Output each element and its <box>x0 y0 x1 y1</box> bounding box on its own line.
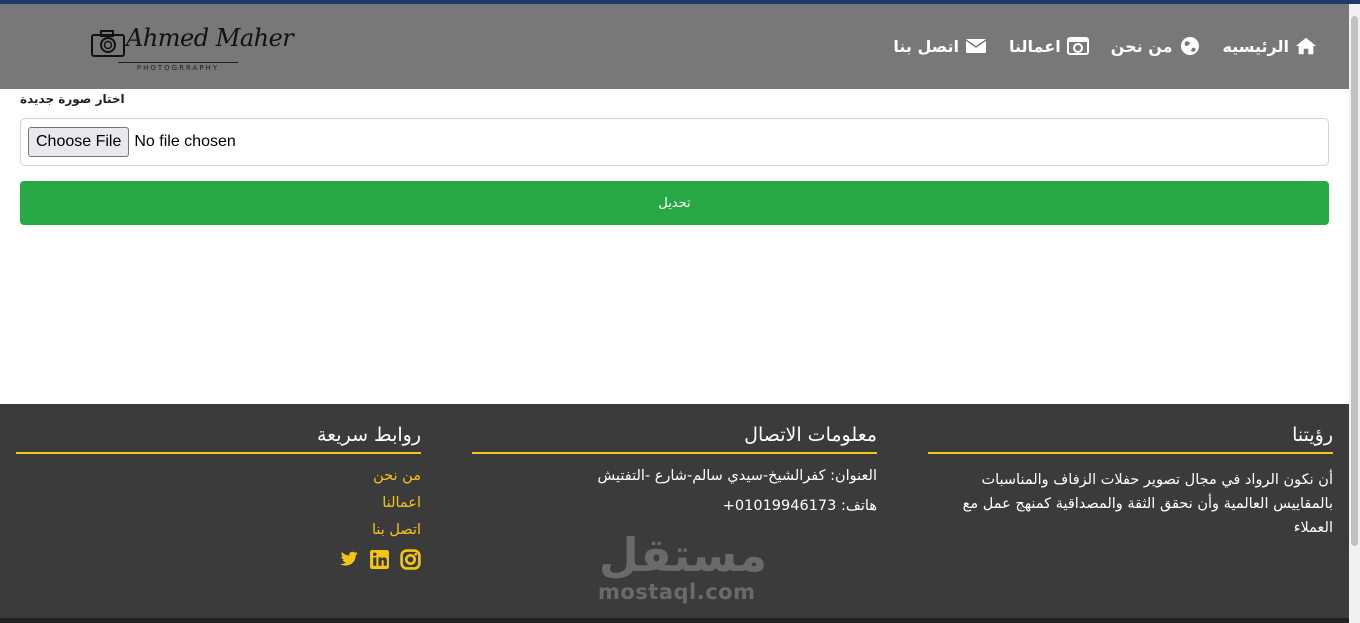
globe-icon <box>1180 37 1199 55</box>
nav-item-contact[interactable]: اتصل بنا <box>893 36 987 56</box>
footer-vision: رؤيتنا أن نكون الرواد في مجال تصوير حفلا… <box>928 424 1333 540</box>
quick-links-title: روابط سريعة <box>16 424 421 454</box>
camera-icon <box>1066 37 1089 55</box>
instagram-icon[interactable] <box>400 549 421 570</box>
upload-label: اختار صورة جديدة <box>20 92 125 106</box>
nav-label: اتصل بنا <box>893 36 959 56</box>
file-input[interactable]: Choose File No file chosen <box>20 118 1329 166</box>
brand-logo[interactable]: Ahmed Maher PHOTOGRRAPHY <box>90 22 294 74</box>
nav-label: من نحن <box>1110 36 1173 56</box>
vision-title: رؤيتنا <box>928 424 1333 454</box>
nav-item-about[interactable]: من نحن <box>1111 36 1201 56</box>
vision-text: أن نكون الرواد في مجال تصوير حفلات الزفا… <box>962 472 1333 536</box>
contact-title: معلومات الاتصال <box>472 424 877 454</box>
twitter-icon[interactable] <box>338 549 359 570</box>
social-links <box>16 549 421 570</box>
page-scrollbar[interactable] <box>1349 4 1360 623</box>
brand-tagline: PHOTOGRRAPHY <box>118 62 238 72</box>
footer-contact: معلومات الاتصال العنوان: كفرالشيخ-سيدي س… <box>472 424 877 528</box>
choose-file-button[interactable]: Choose File <box>28 127 130 157</box>
scrollbar-thumb[interactable] <box>1351 16 1358 546</box>
contact-phone: هاتف: 01019946173+ <box>722 498 877 514</box>
brand-name: Ahmed Maher <box>126 24 294 52</box>
linkedin-icon[interactable] <box>369 549 390 570</box>
main-nav: الرئيسيه من نحن اعمالنا اتصل بنا <box>893 36 1317 56</box>
nav-label: اعمالنا <box>1008 36 1061 56</box>
contact-address: العنوان: كفرالشيخ-سيدي سالم-شارع -التفتي… <box>597 468 878 484</box>
site-footer: رؤيتنا أن نكون الرواد في مجال تصوير حفلا… <box>0 404 1349 618</box>
nav-label: الرئيسيه <box>1222 36 1290 56</box>
home-icon <box>1295 37 1317 55</box>
nav-item-home[interactable]: الرئيسيه <box>1223 36 1318 56</box>
camera-logo-icon <box>91 30 125 57</box>
envelope-icon <box>965 39 987 53</box>
quick-link-portfolio[interactable]: اعمالنا <box>16 495 421 511</box>
nav-item-portfolio[interactable]: اعمالنا <box>1009 36 1089 56</box>
quick-link-about[interactable]: من نحن <box>16 468 421 484</box>
bottom-strip <box>0 618 1349 623</box>
file-status: No file chosen <box>134 133 236 150</box>
footer-quick-links: روابط سريعة من نحن اعمالنا اتصل بنا <box>16 424 421 570</box>
quick-link-contact[interactable]: اتصل بنا <box>16 522 421 538</box>
upload-submit-button[interactable]: تحديل <box>20 181 1329 225</box>
site-header: Ahmed Maher PHOTOGRRAPHY الرئيسيه من نحن… <box>0 4 1349 89</box>
